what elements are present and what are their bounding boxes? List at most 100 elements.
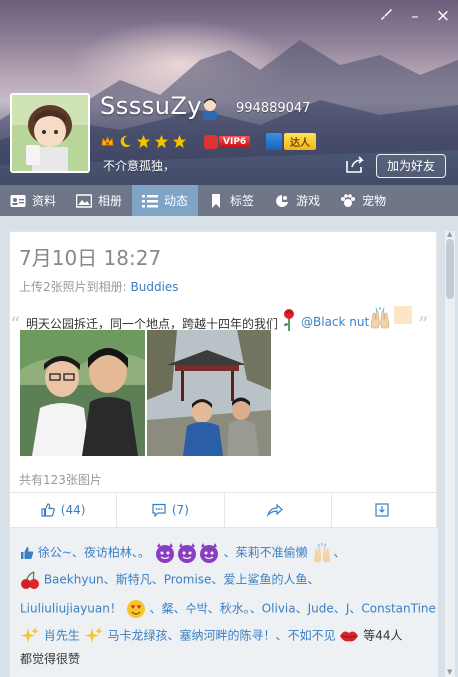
forward-arrow-icon (266, 503, 283, 517)
tab-games[interactable]: 游戏 (264, 185, 330, 216)
share-icon[interactable] (344, 155, 366, 175)
upload-info: 上传2张照片到相册: Buddies (19, 278, 179, 295)
liker-name[interactable]: 。 (138, 546, 150, 560)
open-quote-icon: “ (10, 312, 21, 336)
liker-name[interactable]: Jude (308, 602, 334, 616)
liker-name[interactable]: 肖先生 (44, 629, 80, 643)
tab-feed[interactable]: 动态 (132, 185, 199, 216)
save-image-icon (375, 503, 389, 517)
liker-name[interactable]: 秋水。 (220, 602, 250, 616)
likes-line-1: 徐公~、夜访柏林、。 、茱莉不准偷懒 、 (20, 542, 345, 564)
tab-tags[interactable]: 标签 (198, 185, 264, 216)
liker-name[interactable]: 수박 (186, 602, 208, 616)
crown-level-icon (101, 135, 114, 146)
tab-label: 动态 (164, 194, 189, 208)
likes-line-3: Liuliuliujiayuan！ 、粲、수박、秋水。、Olivia、Jude、… (20, 599, 436, 619)
scroll-thumb[interactable] (446, 239, 454, 299)
profile-nav: 资料 相册 动态 标签 游戏 宠物 (0, 185, 458, 216)
comment-icon (152, 503, 166, 517)
star-level-icon (172, 134, 187, 148)
liker-name[interactable]: 塞纳河畔的陈寻！ (180, 629, 276, 643)
liker-name[interactable]: 粲 (162, 602, 174, 616)
likes-list: 徐公~、夜访柏林、。 、茱莉不准偷懒 、 Baekhyun、斯特凡、Promis… (10, 528, 438, 677)
post-photo-1[interactable] (20, 330, 145, 456)
kiss-lips-emoji-icon (340, 631, 359, 642)
vip-badge[interactable]: VIP6 (204, 133, 251, 150)
liker-name[interactable]: ConstanTine (361, 602, 436, 616)
daren-label: 达人 (284, 132, 316, 150)
upload-prefix: 上传2张照片到相册: (19, 280, 127, 294)
tab-profile[interactable]: 资料 (0, 185, 66, 216)
heart-eyes-emoji-icon (126, 600, 145, 618)
feed-area: 7月10日 18:27 上传2张照片到相册: Buddies “ 明天公园拆迁，… (0, 216, 458, 677)
close-quote-icon: ” (418, 312, 429, 336)
tab-label: 宠物 (362, 194, 387, 208)
daren-badge[interactable]: 达人 (266, 132, 316, 150)
liker-name[interactable]: 徐公~ (38, 546, 72, 560)
avatar-image (12, 95, 88, 171)
nickname: SsssuZy (100, 92, 203, 120)
purple-devil-emoji-icon (155, 543, 218, 563)
skin-button[interactable] (376, 6, 396, 26)
list-icon (142, 194, 159, 207)
tab-album[interactable]: 相册 (66, 185, 132, 216)
thumbs-up-icon (41, 503, 55, 517)
scrollbar[interactable]: ▲ ▼ (445, 231, 455, 677)
skin-tone-swatch (394, 306, 412, 324)
liker-name[interactable]: 斯特凡 (116, 573, 152, 587)
profile-card-icon (10, 194, 26, 207)
save-button[interactable] (332, 493, 438, 527)
pet-paw-icon (341, 193, 356, 207)
scroll-down-arrow-icon[interactable]: ▼ (447, 669, 453, 676)
avatar[interactable] (10, 93, 90, 173)
photo-album-icon (76, 193, 93, 208)
liker-name[interactable]: 茱莉不准偷懒 (236, 546, 308, 560)
like-button[interactable]: (44) (10, 493, 118, 527)
vip-crown-icon (204, 134, 218, 149)
raised-hands-emoji-icon (370, 307, 390, 329)
likes-line-5: 都觉得很赞 (20, 650, 80, 667)
photo-two-kids-pavilion (147, 330, 271, 456)
bookmark-icon (212, 193, 221, 208)
likes-total[interactable]: 等44人 (363, 629, 402, 643)
cherries-emoji-icon (21, 571, 39, 589)
mention-link[interactable]: @Black nut (301, 315, 369, 329)
post-photo-2[interactable] (147, 330, 271, 456)
tab-label: 标签 (230, 194, 255, 208)
liker-name[interactable]: 马卡龙绿孩 (108, 629, 168, 643)
tab-pets[interactable]: 宠物 (330, 185, 396, 216)
game-icon (276, 194, 289, 207)
forward-button[interactable] (225, 493, 332, 527)
liker-name[interactable]: Promise (164, 573, 212, 587)
comment-button[interactable]: (7) (117, 493, 225, 527)
qq-number: 994889047 (236, 101, 311, 116)
sparkles-emoji-icon (21, 627, 39, 643)
close-button[interactable]: × (433, 6, 453, 26)
minimize-button[interactable]: – (405, 6, 425, 26)
feed-post-card: 7月10日 18:27 上传2张照片到相册: Buddies “ 明天公园拆迁，… (9, 231, 438, 677)
thumbs-up-icon (21, 547, 34, 559)
tab-label: 资料 (32, 194, 57, 208)
tab-label: 相册 (98, 194, 123, 208)
liker-name[interactable]: 夜访柏林 (84, 546, 132, 560)
add-friend-button[interactable]: 加为好友 (376, 154, 446, 178)
liker-name[interactable]: Olivia (262, 602, 296, 616)
paintbrush-icon (381, 9, 392, 20)
moon-level-icon (120, 135, 132, 147)
liker-name[interactable]: Liuliuliujiayuan！ (20, 602, 122, 616)
signature: 不介意孤独， (103, 159, 176, 173)
like-count: (44) (60, 503, 86, 517)
post-action-bar: (44) (7) (10, 492, 438, 528)
scroll-up-arrow-icon[interactable]: ▲ (447, 231, 453, 238)
rose-emoji-icon (284, 309, 294, 331)
album-link[interactable]: Buddies (131, 280, 179, 294)
liker-name[interactable]: Baekhyun (44, 573, 104, 587)
liker-name[interactable]: 不如不见 (288, 629, 336, 643)
star-level-icon (136, 134, 151, 148)
post-date: 7月10日 18:27 (19, 246, 162, 270)
likes-line-2: Baekhyun、斯特凡、Promise、爱上鲨鱼的人鱼、 (20, 570, 319, 590)
qq-level-icons[interactable] (100, 133, 187, 149)
user-character-icon (203, 98, 217, 120)
liker-name[interactable]: 爱上鲨鱼的人鱼 (223, 573, 307, 587)
comment-count: (7) (171, 503, 189, 517)
